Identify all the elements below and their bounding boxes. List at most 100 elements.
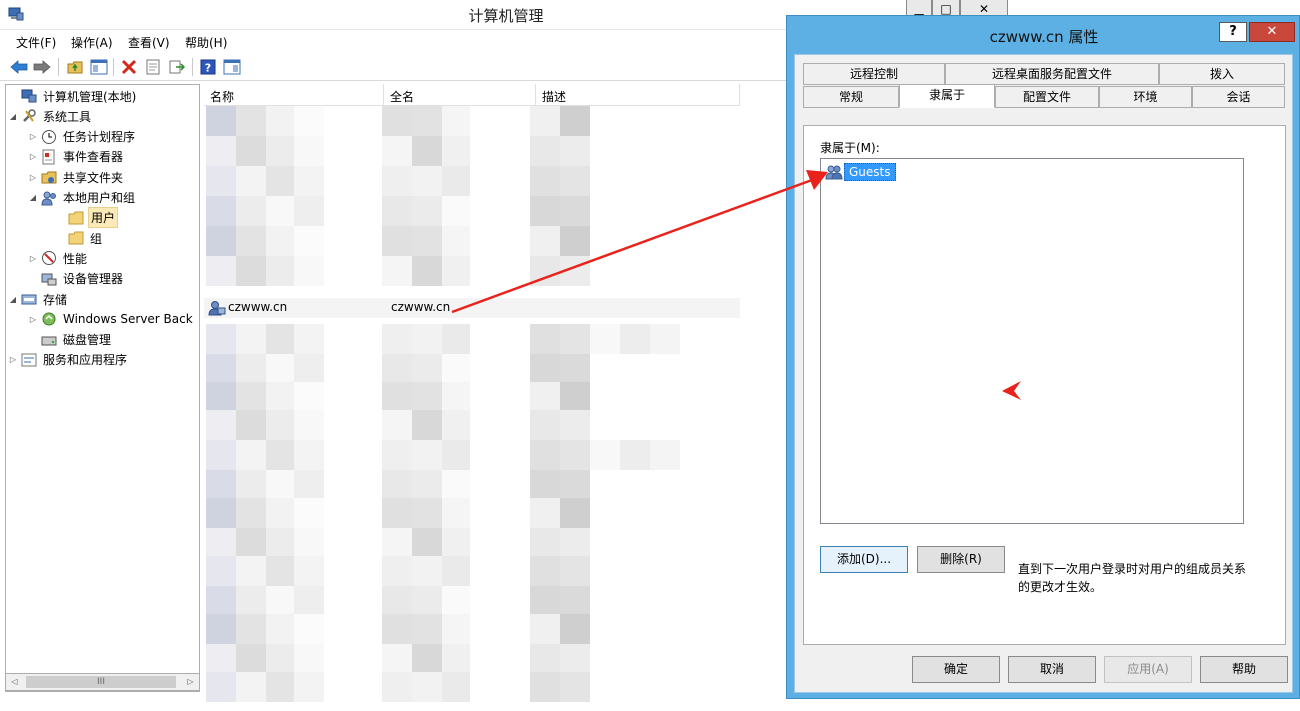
blurred-cell: [412, 672, 442, 702]
blurred-cell: [412, 324, 442, 354]
blurred-cell: [412, 586, 442, 616]
column-header-description[interactable]: 描述: [536, 84, 740, 106]
ok-button[interactable]: 确定: [912, 656, 1000, 683]
tree-horizontal-scrollbar[interactable]: ◁ III ▷: [5, 673, 200, 691]
blurred-cell: [236, 256, 266, 286]
delete-icon[interactable]: [119, 57, 139, 77]
tree-item[interactable]: ◢ 系统工具: [8, 106, 93, 126]
cancel-button[interactable]: 取消: [1008, 656, 1096, 683]
collapsed-arrow-icon[interactable]: ▷: [28, 254, 38, 263]
blurred-cell: [530, 498, 560, 528]
blurred-cell: [236, 106, 266, 136]
tree-item[interactable]: ▷ 服务和应用程序: [8, 350, 129, 370]
group-name: Guests: [844, 163, 896, 181]
scroll-right-arrow-icon[interactable]: ▷: [182, 674, 199, 690]
menu-view[interactable]: 查看(V): [128, 34, 170, 51]
blurred-cell: [236, 614, 266, 644]
expanded-arrow-icon[interactable]: ◢: [8, 112, 18, 121]
tree-item[interactable]: ▷ 性能: [28, 248, 89, 268]
table-row-czwww[interactable]: czwww.cn czwww.cn: [204, 298, 740, 318]
tree-item[interactable]: ▷ 任务计划程序: [28, 127, 137, 147]
tab-rds-profile[interactable]: 远程桌面服务配置文件: [945, 63, 1159, 85]
properties-icon[interactable]: [143, 57, 163, 77]
folder-icon: [68, 231, 84, 245]
blurred-cell: [620, 440, 650, 470]
collapsed-arrow-icon[interactable]: ▷: [28, 173, 38, 182]
action-pane-icon[interactable]: [222, 57, 242, 77]
tree-item[interactable]: 磁盘管理: [28, 330, 113, 350]
tree-item-label: 系统工具: [43, 109, 92, 124]
blurred-cell: [412, 226, 442, 256]
back-arrow-icon[interactable]: [9, 57, 29, 77]
tab-sessions[interactable]: 会话: [1192, 86, 1285, 108]
blurred-cell: [382, 136, 412, 166]
tab-member-of[interactable]: 隶属于: [899, 84, 995, 108]
collapsed-arrow-icon[interactable]: ▷: [8, 355, 18, 364]
tab-profile[interactable]: 配置文件: [995, 86, 1099, 108]
tree-item[interactable]: ▷ 事件查看器: [28, 147, 125, 167]
shared-folder-icon: [41, 171, 57, 184]
menu-action[interactable]: 操作(A): [71, 34, 113, 51]
blurred-cell: [412, 440, 442, 470]
tree-item[interactable]: ▷ Windows Server Back: [28, 309, 195, 329]
member-of-list[interactable]: Guests: [820, 158, 1244, 524]
blurred-cell: [382, 586, 412, 616]
tab-general[interactable]: 常规: [803, 86, 899, 108]
blurred-cell: [236, 382, 266, 412]
blurred-cell: [294, 256, 324, 286]
blurred-cell: [560, 556, 590, 586]
blurred-cell: [560, 410, 590, 440]
blurred-cell: [382, 410, 412, 440]
blurred-cell: [530, 644, 560, 674]
remove-button[interactable]: 删除(R): [917, 546, 1005, 573]
dialog-close-button[interactable]: ✕: [1249, 22, 1295, 42]
tree-item[interactable]: ▷ 共享文件夹: [28, 167, 125, 187]
forward-arrow-icon[interactable]: [32, 57, 52, 77]
column-header-fullname[interactable]: 全名: [384, 84, 536, 106]
blurred-cell: [442, 256, 470, 286]
scrollbar-thumb[interactable]: III: [26, 676, 176, 688]
expanded-arrow-icon[interactable]: ◢: [28, 193, 38, 202]
menu-file[interactable]: 文件(F): [16, 34, 56, 51]
tab-remote-control[interactable]: 远程控制: [803, 63, 945, 85]
tree-item[interactable]: 用户: [68, 207, 119, 229]
tree-item[interactable]: 计算机管理(本地): [8, 86, 138, 106]
tree-item[interactable]: 组: [68, 228, 104, 248]
apply-button[interactable]: 应用(A): [1104, 656, 1192, 683]
users-list[interactable]: 名称 全名 描述 czwww.cn czwww.cn: [204, 84, 790, 704]
blurred-cell: [206, 106, 236, 136]
tree-item[interactable]: ◢ 本地用户和组: [28, 188, 137, 208]
expanded-arrow-icon[interactable]: ◢: [8, 295, 18, 304]
blurred-cell: [442, 226, 470, 256]
blurred-cell: [236, 498, 266, 528]
collapsed-arrow-icon[interactable]: ▷: [28, 132, 38, 141]
column-header-name[interactable]: 名称: [204, 84, 384, 106]
console-tree[interactable]: 计算机管理(本地) ◢ 系统工具 ▷ 任务计划程序 ▷ 事件查看器 ▷ 共享文件夹 ◢ 本地用户和组…: [5, 84, 200, 692]
collapsed-arrow-icon[interactable]: ▷: [28, 152, 38, 161]
blurred-cell: [236, 324, 266, 354]
help-icon[interactable]: ?: [198, 57, 218, 77]
blurred-cell: [530, 324, 560, 354]
blurred-cell: [412, 382, 442, 412]
collapsed-arrow-icon[interactable]: ▷: [28, 315, 38, 324]
menu-help[interactable]: 帮助(H): [185, 34, 227, 51]
scroll-left-arrow-icon[interactable]: ◁: [6, 674, 23, 690]
list-item-guests[interactable]: Guests: [825, 162, 896, 182]
help-button[interactable]: 帮助: [1200, 656, 1288, 683]
up-folder-icon[interactable]: [65, 57, 85, 77]
show-hide-console-tree-icon[interactable]: [89, 57, 109, 77]
blurred-cell: [560, 196, 590, 226]
tree-item[interactable]: ◢ 存储: [8, 289, 69, 309]
user-name-cell: czwww.cn: [228, 300, 288, 314]
svg-text:?: ?: [205, 62, 211, 75]
blurred-cell: [442, 528, 470, 558]
user-icon: [208, 301, 226, 316]
add-button[interactable]: 添加(D)...: [820, 546, 908, 573]
blurred-cell: [294, 382, 324, 412]
dialog-help-button[interactable]: ?: [1219, 22, 1247, 42]
tab-environment[interactable]: 环境: [1099, 86, 1192, 108]
tree-item[interactable]: 设备管理器: [28, 269, 125, 289]
export-list-icon[interactable]: [167, 57, 187, 77]
blurred-cell: [560, 586, 590, 616]
tab-dial-in[interactable]: 拨入: [1159, 63, 1285, 85]
